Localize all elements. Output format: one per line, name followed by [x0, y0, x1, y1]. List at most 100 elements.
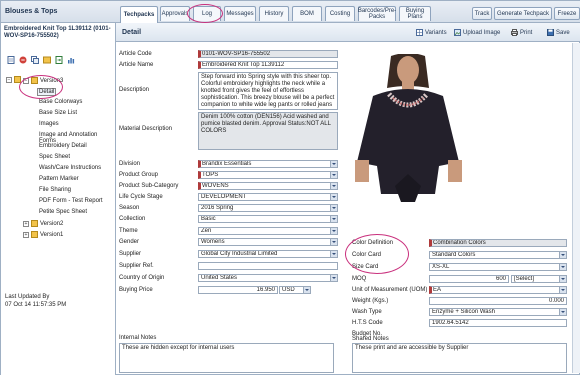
season-value: 2016 Spring	[201, 205, 234, 211]
delete-icon[interactable]	[19, 56, 27, 64]
product-sub-category-select[interactable]: WOVENS	[198, 182, 338, 190]
country-of-origin-value: United States	[201, 275, 238, 281]
collection-value: Basic	[201, 216, 216, 222]
tree-item-file-sharing[interactable]: File Sharing	[39, 187, 71, 193]
supplier-label: Supplier	[119, 251, 142, 257]
theme-select[interactable]: Zen	[198, 227, 338, 235]
tab-bom[interactable]: BOM	[292, 6, 322, 21]
folder-icon	[31, 231, 38, 238]
article-name-label: Article Name	[119, 62, 154, 68]
moq-unit-select[interactable]: [Select]	[511, 275, 567, 283]
last-updated-label: Last Updated By	[5, 294, 50, 300]
dropdown-arrow-icon	[330, 275, 337, 281]
move-icon[interactable]	[43, 56, 51, 64]
season-select[interactable]: 2016 Spring	[198, 204, 338, 212]
tab-history[interactable]: History	[259, 6, 289, 21]
theme-value: Zen	[201, 228, 212, 234]
tree-item-pattern-marker[interactable]: Pattern Marker	[39, 176, 79, 182]
article-name-field[interactable]: Embroidered Knit Top 1L39112	[198, 61, 338, 69]
color-card-select[interactable]: Standard Colors	[429, 251, 567, 259]
highlight-circle-log	[187, 4, 223, 23]
tree-item-petite-spec-sheet[interactable]: Petite Spec Sheet	[39, 209, 87, 215]
life-cycle-stage-label: Life Cycle Stage	[119, 194, 163, 200]
tree-item-pdf-form[interactable]: PDF Form - Test Report	[39, 198, 103, 204]
dropdown-arrow-icon	[559, 309, 566, 315]
season-label: Season	[119, 205, 140, 211]
shared-notes-field[interactable]: These print and are accessible by Suppli…	[352, 343, 567, 373]
export-icon[interactable]	[55, 56, 63, 64]
tab-techpacks[interactable]: Techpacks	[120, 6, 158, 23]
variants-button[interactable]: Variants	[416, 29, 447, 36]
supplier-ref-field[interactable]	[198, 262, 338, 270]
save-button[interactable]: Save	[547, 29, 570, 36]
hts-code-field[interactable]: 1902.64.5142	[429, 319, 567, 327]
buying-price-field[interactable]: 16.950	[198, 286, 278, 294]
expand-icon[interactable]: +	[23, 221, 29, 227]
tree-item-spec-sheet[interactable]: Spec Sheet	[39, 154, 70, 160]
life-cycle-stage-value: DEVELOPMENT	[201, 194, 247, 200]
freeze-button[interactable]: Freeze	[554, 7, 580, 20]
description-field[interactable]: Step forward into Spring style with this…	[198, 72, 338, 110]
track-button[interactable]: Track	[472, 7, 492, 20]
tab-approvals[interactable]: Approvals	[160, 6, 190, 21]
tree-item-embroidery-detail[interactable]: Embroidery Detail	[39, 143, 87, 149]
tree-item-version2[interactable]: Version2	[40, 221, 63, 227]
uom-select[interactable]: EA	[429, 286, 567, 294]
last-updated: Last Updated By 07 Oct 14 11:57:35 PM	[5, 293, 66, 309]
grid-icon	[416, 29, 423, 36]
wash-type-select[interactable]: Enzyme + Silicon Wash	[429, 308, 567, 316]
print-button[interactable]: Print	[511, 29, 532, 36]
division-select[interactable]: Brandix Essentials	[198, 160, 338, 168]
tab-messages[interactable]: Messages	[224, 6, 256, 21]
print-icon	[511, 29, 518, 36]
tree-item-base-colorways[interactable]: Base Colorways	[39, 99, 82, 105]
save-label: Save	[556, 29, 570, 36]
gender-select[interactable]: Womens	[198, 238, 338, 246]
dropdown-arrow-icon	[330, 161, 337, 167]
detail-title: Detail	[122, 29, 142, 36]
generate-techpack-button[interactable]: Generate Techpack	[494, 7, 552, 20]
tree-item-wash-care[interactable]: Wash/Care Instructions	[39, 165, 101, 171]
expand-icon[interactable]: +	[23, 232, 29, 238]
save-icon	[547, 29, 554, 36]
division-label: Division	[119, 161, 141, 167]
tree-item-version1[interactable]: Version1	[40, 232, 63, 238]
dropdown-arrow-icon	[559, 287, 566, 293]
internal-notes-label: Internal Notes	[119, 335, 157, 341]
gender-value: Womens	[201, 239, 225, 245]
dropdown-arrow-icon	[330, 183, 337, 189]
life-cycle-stage-select[interactable]: DEVELOPMENT	[198, 193, 338, 201]
supplier-value: Global City Industrial Limited	[201, 251, 278, 257]
tree-item-images[interactable]: Images	[39, 121, 59, 127]
material-description-label: Material Description	[119, 126, 173, 132]
tab-costing[interactable]: Costing	[325, 6, 355, 21]
tab-barcodes[interactable]: Barcodes/Pre-Packs	[358, 6, 396, 21]
dropdown-arrow-icon	[330, 251, 337, 257]
collapse-icon[interactable]: −	[6, 77, 12, 83]
product-group-select[interactable]: TOPS	[198, 171, 338, 179]
document-icon[interactable]	[7, 56, 15, 64]
upload-image-button[interactable]: Upload Image	[454, 29, 500, 36]
last-updated-value: 07 Oct 14 11:57:35 PM	[5, 302, 67, 308]
folder-icon	[31, 220, 38, 227]
supplier-select[interactable]: Global City Industrial Limited	[198, 250, 338, 258]
tree-item-base-size-list[interactable]: Base Size List	[39, 110, 77, 116]
article-title: Embroidered Knit Top 1L39112 (0101-WOV-S…	[4, 26, 111, 39]
dropdown-arrow-icon	[330, 239, 337, 245]
internal-notes-field[interactable]: These are hidden except for internal use…	[119, 343, 334, 373]
print-label: Print	[520, 29, 533, 36]
country-of-origin-select[interactable]: United States	[198, 274, 338, 282]
copy-icon[interactable]	[31, 56, 39, 64]
vertical-scrollbar[interactable]	[572, 43, 580, 373]
moq-field[interactable]: 600	[429, 275, 509, 283]
chart-icon[interactable]	[67, 56, 75, 64]
weight-field[interactable]: 0.000	[429, 297, 567, 305]
gender-label: Gender	[119, 239, 140, 245]
highlight-circle-detail	[19, 75, 63, 99]
tab-buying-plans[interactable]: Buying Plans	[399, 6, 431, 21]
size-card-select[interactable]: XS-XL	[429, 263, 567, 271]
product-group-label: Product Group	[119, 172, 159, 178]
currency-select[interactable]: USD	[279, 286, 311, 294]
collection-select[interactable]: Basic	[198, 215, 338, 223]
dropdown-arrow-icon	[559, 276, 566, 282]
